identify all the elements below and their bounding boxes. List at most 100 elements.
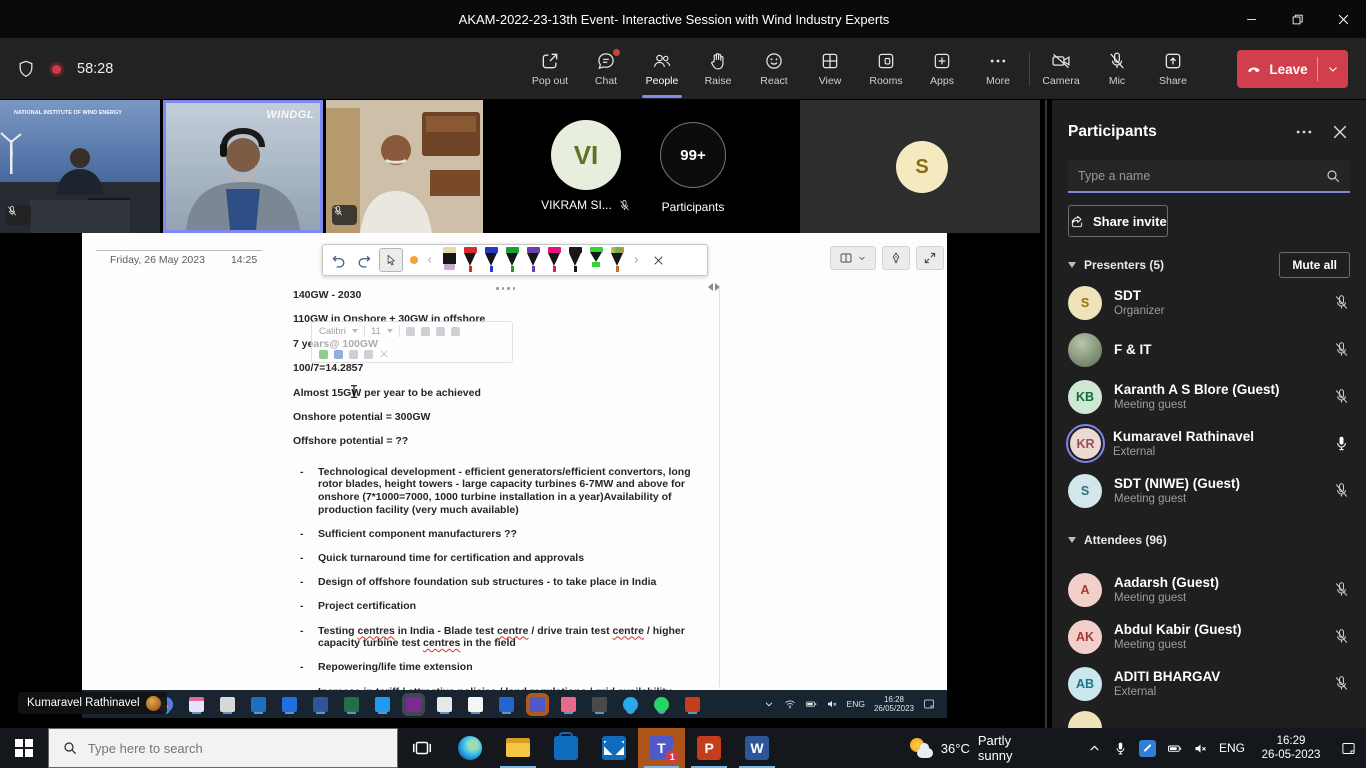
- weather-widget[interactable]: 36°C Partly sunny: [899, 728, 1059, 768]
- undo-icon[interactable]: [331, 252, 348, 269]
- muted-mic-icon[interactable]: [1333, 482, 1350, 499]
- format-icon[interactable]: [421, 327, 430, 336]
- scroll-right-icon[interactable]: [631, 255, 641, 265]
- apps-button[interactable]: Apps: [914, 38, 970, 100]
- green-pen-icon[interactable]: [505, 247, 519, 274]
- attendees-section-header[interactable]: Attendees (96): [1052, 526, 1366, 554]
- speaker-muted-icon[interactable]: [1193, 741, 1208, 756]
- video-thumbnail-niwe[interactable]: NATIONAL INSTITUTE OF WIND ENERGY: [0, 100, 160, 233]
- muted-mic-icon[interactable]: [1333, 341, 1350, 358]
- annotate-button[interactable]: [882, 246, 910, 270]
- font-name[interactable]: Calibri: [319, 326, 346, 337]
- action-center-icon[interactable]: [1341, 741, 1356, 756]
- participant-row[interactable]: AK Abdul Kabir (Guest)Meeting guest: [1052, 613, 1366, 660]
- panel-more-icon[interactable]: [1294, 122, 1314, 142]
- close-button[interactable]: [1320, 0, 1366, 38]
- participant-row-speaking[interactable]: KR Kumaravel RathinavelExternal: [1052, 420, 1366, 467]
- whatsapp-icon[interactable]: [654, 697, 669, 712]
- pink-app-icon[interactable]: [561, 697, 576, 712]
- laser-pointer-icon[interactable]: [410, 256, 418, 264]
- bullet-list-icon[interactable]: [349, 350, 358, 359]
- leave-button[interactable]: Leave: [1237, 61, 1317, 77]
- pink-pen-icon[interactable]: [547, 247, 561, 274]
- panel-close-icon[interactable]: [1330, 122, 1350, 142]
- checklist-icon[interactable]: [436, 327, 445, 336]
- edge-button[interactable]: [446, 728, 494, 768]
- battery-icon[interactable]: [1167, 741, 1182, 756]
- calculator-icon[interactable]: [592, 697, 607, 712]
- redo-icon[interactable]: [355, 252, 372, 269]
- language-indicator[interactable]: ENG: [1219, 741, 1245, 755]
- participant-row[interactable]: AB ADITI BHARGAVExternal: [1052, 660, 1366, 707]
- numbered-list-icon[interactable]: [364, 350, 373, 359]
- react-button[interactable]: React: [746, 38, 802, 100]
- todo-icon[interactable]: [499, 697, 514, 712]
- muted-mic-icon[interactable]: [1333, 294, 1350, 311]
- powerpoint-icon[interactable]: [685, 697, 700, 712]
- task-view-button[interactable]: [398, 728, 446, 768]
- search-icon[interactable]: [1325, 168, 1341, 184]
- tray-chevron-icon[interactable]: [763, 698, 775, 710]
- muted-mic-icon[interactable]: [1333, 581, 1350, 598]
- video-tile-s[interactable]: S: [800, 100, 1040, 233]
- participant-row[interactable]: S SDTOrganizer: [1052, 279, 1366, 326]
- windows-ink-icon[interactable]: [1139, 740, 1156, 757]
- outlook-icon[interactable]: [251, 697, 266, 712]
- scroll-left-icon[interactable]: [425, 255, 435, 265]
- blue-pen-icon[interactable]: [484, 247, 498, 274]
- green-highlighter-icon[interactable]: [589, 247, 603, 274]
- multicolor-pen-icon[interactable]: [610, 247, 624, 274]
- teams-icon[interactable]: [530, 697, 545, 712]
- avatar-vikram[interactable]: VI: [551, 120, 621, 190]
- video-thumbnail-guest[interactable]: [326, 100, 483, 233]
- store-button[interactable]: [542, 728, 590, 768]
- rooms-button[interactable]: Rooms: [858, 38, 914, 100]
- telegram-icon[interactable]: [623, 697, 638, 712]
- wave-app-icon[interactable]: [375, 697, 390, 712]
- speaker-icon[interactable]: [826, 698, 838, 710]
- black-pen-icon[interactable]: [568, 247, 582, 274]
- powerpoint-button[interactable]: P: [685, 728, 733, 768]
- taskbar-search-input[interactable]: [88, 741, 398, 756]
- layout-view-button[interactable]: [830, 246, 876, 270]
- font-color-icon[interactable]: [334, 350, 343, 359]
- presenters-section-header[interactable]: Presenters (5) Mute all: [1052, 251, 1366, 279]
- notification-icon[interactable]: [923, 698, 935, 710]
- active-mic-icon[interactable]: [1333, 435, 1350, 452]
- format-icon[interactable]: [406, 327, 415, 336]
- taskbar-search[interactable]: [48, 728, 399, 768]
- participants-overflow-count[interactable]: 99+: [660, 122, 726, 188]
- video-thumbnail-active-speaker[interactable]: WINDGL: [163, 100, 323, 233]
- mic-button[interactable]: Mic: [1089, 38, 1145, 100]
- close-ink-toolbar-icon[interactable]: [652, 254, 665, 267]
- minimize-button[interactable]: [1228, 0, 1274, 38]
- mute-all-button[interactable]: Mute all: [1279, 252, 1350, 278]
- chat-button[interactable]: Chat: [578, 38, 634, 100]
- dismiss-icon[interactable]: [379, 349, 389, 359]
- restore-button[interactable]: [1274, 0, 1320, 38]
- search-input[interactable]: [1068, 160, 1350, 191]
- share-invite-button[interactable]: Share invite: [1068, 205, 1168, 237]
- font-size[interactable]: 11: [371, 326, 381, 337]
- book-app-icon[interactable]: [437, 697, 452, 712]
- mic-tray-icon[interactable]: [1113, 741, 1128, 756]
- start-button[interactable]: [0, 728, 48, 768]
- mail-button[interactable]: [590, 728, 638, 768]
- people-button[interactable]: People: [634, 38, 690, 100]
- fullscreen-button[interactable]: [916, 246, 944, 270]
- red-pen-icon[interactable]: [463, 247, 477, 274]
- file-explorer-button[interactable]: [494, 728, 542, 768]
- pop-out-button[interactable]: Pop out: [522, 38, 578, 100]
- raise-hand-button[interactable]: Raise: [690, 38, 746, 100]
- muted-mic-icon[interactable]: [1333, 675, 1350, 692]
- participant-row[interactable]: S SDT (NIWE) (Guest)Meeting guest: [1052, 467, 1366, 514]
- shared-clock[interactable]: 16:28 26/05/2023: [874, 695, 914, 714]
- battery-icon[interactable]: [805, 698, 817, 710]
- onenote-icon[interactable]: [406, 697, 421, 712]
- tray-chevron-icon[interactable]: [1087, 741, 1102, 756]
- select-tool-button[interactable]: [379, 248, 403, 272]
- muted-mic-icon[interactable]: [1333, 388, 1350, 405]
- muted-mic-icon[interactable]: [1333, 628, 1350, 645]
- save-app-icon[interactable]: [189, 697, 204, 712]
- participant-row[interactable]: KB Karanth A S Blore (Guest)Meeting gues…: [1052, 373, 1366, 420]
